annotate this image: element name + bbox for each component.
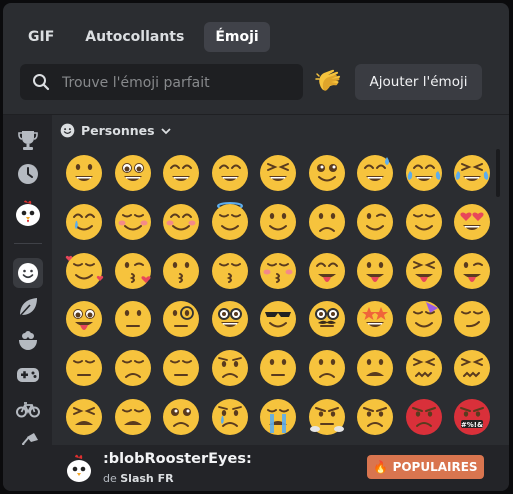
emoji-button[interactable] (351, 295, 400, 344)
leaf-nature-icon[interactable] (13, 292, 43, 322)
tab-stickers[interactable]: Autocollants (74, 22, 195, 52)
gamepad-activities-icon[interactable] (13, 360, 43, 390)
search-box[interactable] (20, 64, 303, 102)
emoji-button[interactable] (206, 392, 255, 441)
emoji-button[interactable] (303, 392, 352, 441)
emoji-button[interactable]: #%!& (448, 392, 496, 441)
emoji-button[interactable] (109, 295, 158, 344)
emoji-button[interactable] (206, 198, 255, 247)
emoji-button[interactable] (60, 149, 109, 198)
emoji-button[interactable] (60, 246, 109, 295)
search-icon (33, 74, 50, 91)
emoji-button[interactable] (400, 344, 449, 393)
emoji-button[interactable] (448, 344, 496, 393)
emoji-grid: #%!& (60, 149, 496, 441)
emoji-button[interactable] (303, 344, 352, 393)
rooster-server-icon[interactable] (13, 198, 43, 228)
emoji-button[interactable] (206, 246, 255, 295)
server-prefix: de (103, 472, 117, 485)
emoji-button[interactable] (157, 295, 206, 344)
emoji-source: de Slash FR (103, 472, 174, 485)
emoji-button[interactable] (351, 246, 400, 295)
emoji-button[interactable] (109, 149, 158, 198)
emoji-button[interactable] (400, 198, 449, 247)
emoji-button[interactable] (157, 344, 206, 393)
emoji-name: :blobRoosterEyes: (103, 451, 252, 467)
emoji-button[interactable] (254, 392, 303, 441)
emoji-button[interactable] (254, 246, 303, 295)
emoji-button[interactable] (400, 392, 449, 441)
smiley-people-icon[interactable] (13, 258, 43, 288)
emoji-preview-footer: :blobRoosterEyes: de Slash FR 🔥 POPULAIR… (3, 445, 509, 491)
emoji-button[interactable] (157, 149, 206, 198)
emoji-button[interactable] (254, 295, 303, 344)
food-bowl-icon[interactable] (13, 326, 43, 356)
scrollbar[interactable] (496, 149, 500, 197)
svg-text:#%!&: #%!& (461, 421, 483, 429)
tab-emoji[interactable]: Émoji (204, 22, 270, 52)
tab-gif[interactable]: GIF (17, 22, 65, 52)
rooster-emoji-preview (67, 454, 91, 482)
trophy-icon[interactable] (13, 125, 43, 155)
emoji-button[interactable] (400, 149, 449, 198)
emoji-button[interactable] (206, 295, 255, 344)
category-sidebar (3, 115, 52, 454)
emoji-button[interactable] (351, 392, 400, 441)
emoji-button[interactable] (109, 198, 158, 247)
emoji-button[interactable] (351, 198, 400, 247)
chevron-down-icon (160, 127, 171, 134)
emoji-button[interactable] (206, 344, 255, 393)
add-emoji-button[interactable]: Ajouter l'émoji (355, 64, 482, 100)
emoji-grid-viewport: #%!& (56, 147, 496, 441)
fire-icon: 🔥 (373, 460, 389, 474)
emoji-button[interactable] (303, 246, 352, 295)
emoji-button[interactable] (109, 246, 158, 295)
emoji-button[interactable] (303, 198, 352, 247)
search-input[interactable] (60, 64, 302, 102)
bicycle-travel-icon[interactable] (13, 394, 43, 424)
emoji-button[interactable] (109, 344, 158, 393)
emoji-button[interactable] (400, 246, 449, 295)
emoji-button[interactable] (448, 246, 496, 295)
emoji-button[interactable] (60, 295, 109, 344)
emoji-button[interactable] (448, 198, 496, 247)
emoji-button[interactable] (400, 295, 449, 344)
emoji-button[interactable] (448, 149, 496, 198)
category-header[interactable]: Personnes (60, 123, 171, 138)
popular-badge[interactable]: 🔥 POPULAIRES (367, 455, 484, 479)
category-label: Personnes (81, 123, 155, 138)
emoji-button[interactable] (448, 295, 496, 344)
emoji-button[interactable] (109, 392, 158, 441)
server-name: Slash FR (120, 472, 174, 485)
emoji-button[interactable] (254, 149, 303, 198)
emoji-button[interactable] (157, 198, 206, 247)
emoji-button[interactable] (60, 198, 109, 247)
emoji-button[interactable] (303, 149, 352, 198)
emoji-button[interactable] (157, 246, 206, 295)
emoji-button[interactable] (206, 149, 255, 198)
sidebar-separator (14, 243, 42, 244)
emoji-button[interactable] (351, 344, 400, 393)
picker-tabs: GIF Autocollants Émoji (17, 22, 279, 52)
emoji-button[interactable] (60, 392, 109, 441)
emoji-button[interactable] (60, 344, 109, 393)
popular-label: POPULAIRES (392, 460, 478, 474)
emoji-button[interactable] (254, 198, 303, 247)
emoji-picker-panel: GIF Autocollants Émoji Ajouter l'émoji (3, 3, 509, 491)
emoji-button[interactable] (254, 344, 303, 393)
header-divider (3, 114, 509, 115)
clapping-hands-icon[interactable] (314, 67, 344, 97)
clock-recent-icon[interactable] (13, 159, 43, 189)
emoji-button[interactable] (351, 149, 400, 198)
smiley-icon (60, 123, 75, 138)
emoji-button[interactable] (303, 295, 352, 344)
emoji-button[interactable] (157, 392, 206, 441)
